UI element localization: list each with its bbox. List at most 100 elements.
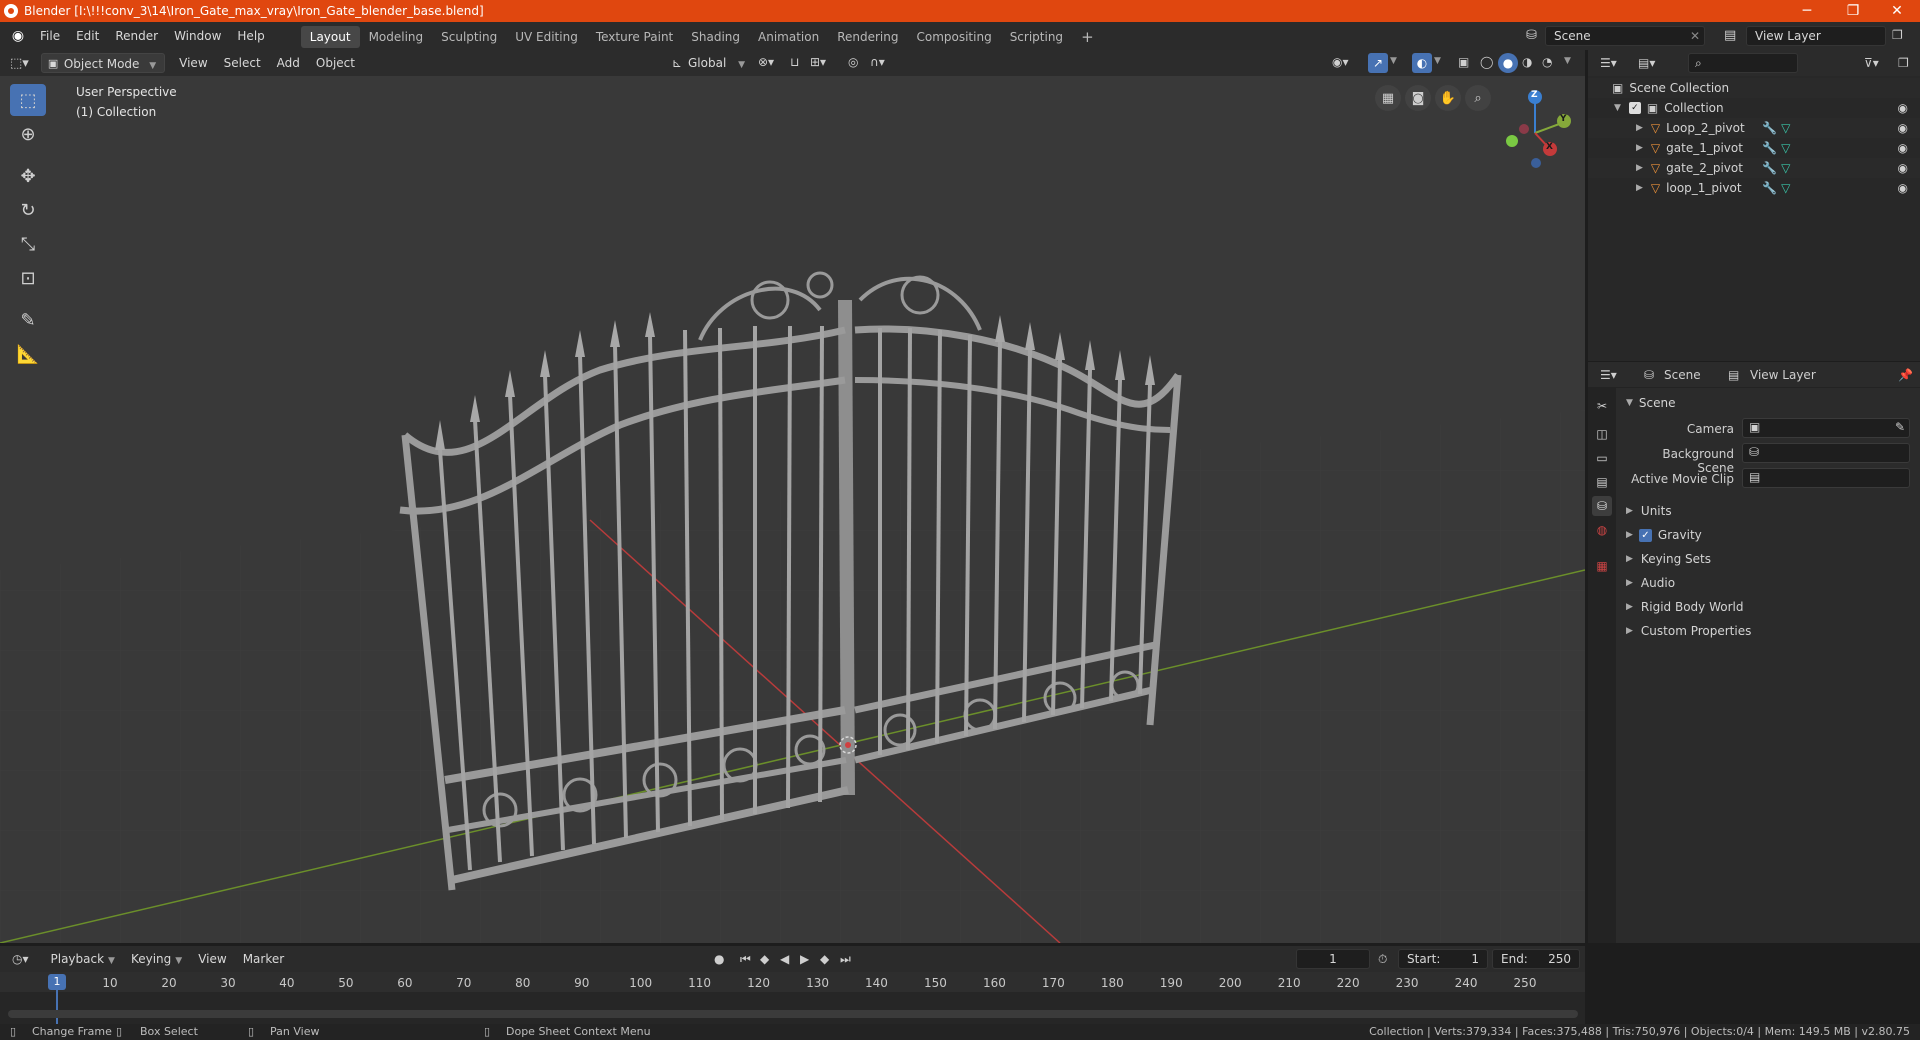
falloff-icon[interactable]: ∩▾ — [870, 55, 885, 69]
overlays-toggle-icon[interactable]: ◐ — [1412, 53, 1432, 73]
viewport-menu-add[interactable]: Add — [269, 53, 308, 73]
active-movie-clip-field[interactable]: ▤ — [1742, 468, 1910, 488]
tab-shading[interactable]: Shading — [682, 26, 749, 48]
editor-type-icon[interactable]: ☰▾ — [1600, 368, 1617, 382]
chevron-down-icon[interactable]: ▼ — [1564, 56, 1571, 66]
tab-sculpting[interactable]: Sculpting — [432, 26, 506, 48]
disclosure-triangle-icon[interactable]: ▼ — [1614, 103, 1621, 113]
snap-target-icon[interactable]: ⊞▾ — [810, 55, 826, 69]
scene-selector[interactable]: Scene ✕ — [1545, 26, 1705, 46]
pivot-point-icon[interactable]: ⊗▾ — [758, 55, 774, 69]
camera-view-icon[interactable]: ◙ — [1405, 85, 1431, 111]
keying-sets-panel[interactable]: ▶ Keying Sets — [1624, 548, 1914, 570]
viewport-menu-select[interactable]: Select — [216, 53, 269, 73]
world-tab-icon[interactable]: ◍ — [1592, 520, 1612, 540]
annotate-tool-icon[interactable]: ✎ — [10, 304, 46, 336]
view-layer-tab-icon[interactable]: ▤ — [1592, 472, 1612, 492]
tab-layout[interactable]: Layout — [300, 26, 360, 48]
gravity-checkbox[interactable]: ✓ — [1638, 528, 1652, 542]
minimize-button[interactable]: ─ — [1784, 0, 1830, 22]
select-box-tool-icon[interactable]: ⬚ — [10, 84, 46, 116]
new-view-layer-icon[interactable]: ❐ — [1892, 28, 1903, 42]
xray-icon[interactable]: ▣ — [1458, 55, 1469, 69]
menu-help[interactable]: Help — [229, 22, 272, 50]
modifier-wrench-icon[interactable]: 🔧 — [1762, 141, 1777, 155]
eyedropper-icon[interactable]: ✎ — [1895, 420, 1905, 434]
tab-texture-paint[interactable]: Texture Paint — [587, 26, 682, 48]
outliner-row-scene-collection[interactable]: ▣ Scene Collection — [1588, 78, 1920, 98]
display-mode-icon[interactable]: ▤▾ — [1638, 56, 1655, 70]
scene-panel-header[interactable]: ▼ Scene — [1624, 392, 1914, 414]
gravity-panel[interactable]: ▶ ✓ Gravity — [1624, 524, 1914, 546]
close-icon[interactable]: ✕ — [1690, 27, 1700, 45]
viewport-menu-view[interactable]: View — [171, 53, 215, 73]
add-workspace-button[interactable]: + — [1072, 26, 1103, 48]
eye-icon[interactable]: ◉ — [1898, 121, 1908, 135]
outliner-row-object[interactable]: ▶ ▽ loop_1_pivot 🔧 ▽ ◉ — [1588, 178, 1920, 198]
pan-hand-icon[interactable]: ✋ — [1435, 85, 1461, 111]
output-tab-icon[interactable]: ▭ — [1592, 448, 1612, 468]
disclosure-triangle-icon[interactable]: ▶ — [1636, 183, 1643, 193]
editor-type-icon[interactable]: ⬚▾ — [10, 56, 29, 71]
disclosure-triangle-icon[interactable]: ▶ — [1636, 123, 1643, 133]
chevron-down-icon[interactable]: ▼ — [1390, 56, 1397, 66]
tab-animation[interactable]: Animation — [749, 26, 828, 48]
tab-scripting[interactable]: Scripting — [1001, 26, 1072, 48]
move-tool-icon[interactable]: ✥ — [10, 160, 46, 192]
eye-icon[interactable]: ◉ — [1898, 161, 1908, 175]
outliner-search-input[interactable]: ⌕ — [1688, 53, 1798, 73]
blender-menu-icon[interactable]: ◉ — [10, 28, 26, 44]
transform-tool-icon[interactable]: ⊡ — [10, 262, 46, 294]
new-collection-icon[interactable]: ❐ — [1898, 56, 1909, 70]
zoom-icon[interactable]: ⌕ — [1465, 85, 1491, 111]
disclosure-triangle-icon[interactable]: ▶ — [1636, 143, 1643, 153]
disclosure-triangle-icon[interactable]: ▶ — [1636, 163, 1643, 173]
pin-icon[interactable]: 📌 — [1898, 368, 1913, 382]
navigation-gizmo[interactable]: Z Y X — [1490, 85, 1580, 175]
custom-properties-panel[interactable]: ▶ Custom Properties — [1624, 620, 1914, 642]
rendered-shading-icon[interactable]: ◔ — [1542, 55, 1552, 69]
tab-uv-editing[interactable]: UV Editing — [506, 26, 587, 48]
rotate-tool-icon[interactable]: ↻ — [10, 194, 46, 226]
editor-type-icon[interactable]: ☰▾ — [1600, 56, 1617, 70]
gizmo-toggle-icon[interactable]: ↗ — [1368, 53, 1388, 73]
mode-selector[interactable]: ▣ Object Mode ▼ — [40, 53, 166, 73]
menu-window[interactable]: Window — [166, 22, 229, 50]
tab-modeling[interactable]: Modeling — [360, 26, 433, 48]
cursor-tool-icon[interactable]: ⊕ — [10, 118, 46, 150]
modifier-wrench-icon[interactable]: 🔧 — [1762, 181, 1777, 195]
modifier-wrench-icon[interactable]: 🔧 — [1762, 121, 1777, 135]
outliner-row-object[interactable]: ▶ ▽ gate_1_pivot 🔧 ▽ ◉ — [1588, 138, 1920, 158]
mesh-data-icon[interactable]: ▽ — [1781, 181, 1790, 195]
maximize-button[interactable]: ❐ — [1830, 0, 1876, 22]
render-tab-icon[interactable]: ◫ — [1592, 424, 1612, 444]
3d-viewport[interactable]: ⬚▾ ▣ Object Mode ▼ View Select Add Objec… — [0, 50, 1585, 943]
measure-tool-icon[interactable]: 📐 — [10, 338, 46, 370]
outliner-row-object[interactable]: ▶ ▽ Loop_2_pivot 🔧 ▽ ◉ — [1588, 118, 1920, 138]
material-shading-icon[interactable]: ◑ — [1522, 55, 1532, 69]
properties-scene-tab[interactable]: Scene — [1664, 368, 1701, 382]
timeline[interactable]: ◷▾ Playback ▼ Keying ▼ View Marker ● ⏮ ◆ ◀… — [0, 946, 1585, 1024]
tab-compositing[interactable]: Compositing — [907, 26, 1000, 48]
camera-field[interactable]: ▣ ✎ — [1742, 418, 1910, 438]
snap-icon[interactable]: ⊔ — [790, 55, 799, 69]
view-layer-selector[interactable]: View Layer — [1746, 26, 1886, 46]
proportional-edit-icon[interactable]: ◎ — [848, 55, 858, 69]
modifier-wrench-icon[interactable]: 🔧 — [1762, 161, 1777, 175]
viewport-menu-object[interactable]: Object — [308, 53, 363, 73]
wireframe-shading-icon[interactable]: ◯ — [1480, 55, 1493, 69]
visibility-icon[interactable]: ◉▾ — [1332, 55, 1349, 69]
eye-icon[interactable]: ◉ — [1898, 181, 1908, 195]
transform-orientation-selector[interactable]: ⊾ Global ▼ — [668, 53, 753, 73]
scale-tool-icon[interactable]: ⤡ — [10, 228, 46, 260]
tool-tab-icon[interactable]: ✂ — [1592, 396, 1612, 416]
scene-tab-icon[interactable]: ⛁ — [1592, 496, 1612, 516]
tab-rendering[interactable]: Rendering — [828, 26, 907, 48]
menu-render[interactable]: Render — [107, 22, 166, 50]
menu-file[interactable]: File — [32, 22, 68, 50]
outliner-row-object[interactable]: ▶ ▽ gate_2_pivot 🔧 ▽ ◉ — [1588, 158, 1920, 178]
mesh-data-icon[interactable]: ▽ — [1781, 141, 1790, 155]
eye-icon[interactable]: ◉ — [1898, 101, 1908, 115]
solid-shading-icon[interactable]: ● — [1498, 53, 1518, 73]
grid-view-icon[interactable]: ▦ — [1375, 85, 1401, 111]
